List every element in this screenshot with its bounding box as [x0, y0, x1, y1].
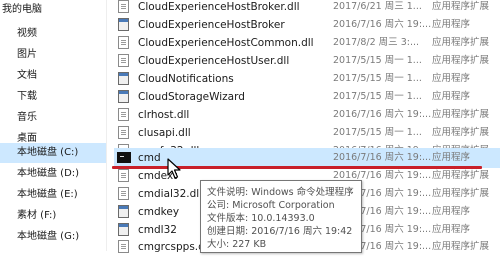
tooltip-description: 文件说明: Windows 命令处理程序 — [207, 187, 354, 198]
file-name: CloudExperienceHostCommon.dll — [138, 37, 314, 49]
exe-file-icon — [118, 72, 129, 85]
dll-file-icon — [118, 0, 129, 13]
dll-file-icon — [118, 187, 129, 200]
file-date: 2017/5/15 周一 1... — [333, 55, 422, 66]
file-row[interactable]: CloudExperienceHostBroker 2016/7/16 周六 1… — [114, 15, 500, 35]
file-type: 应用程序扩展 — [432, 37, 490, 48]
nav-item-label: 本地磁盘 (G:) — [17, 231, 80, 242]
file-type: 应用程序 — [432, 19, 471, 30]
tooltip-size: 大小: 227 KB — [207, 239, 267, 250]
file-type: 应用程序 — [432, 73, 471, 84]
file-date: 2016/7/16 周六 19:... — [333, 109, 432, 120]
nav-item-label: 文档 — [17, 70, 37, 81]
file-info-tooltip: 文件说明: Windows 命令处理程序 公司: Microsoft Corpo… — [200, 180, 362, 253]
dll-file-icon — [118, 108, 129, 121]
nav-item-drive-d[interactable]: 本地磁盘 (D:) — [0, 164, 106, 184]
nav-item-drive-f[interactable]: 素材 (F:) — [0, 206, 106, 226]
file-date: 2017/5/15 周一 1... — [333, 91, 422, 102]
nav-item-label: 素材 (F:) — [17, 210, 57, 221]
file-name: cmd — [138, 152, 161, 164]
nav-item-drive-g[interactable]: 本地磁盘 (G:) — [0, 227, 106, 247]
file-type: 应用程序 — [432, 206, 471, 217]
console-icon — [117, 152, 131, 163]
nav-item-this-pc[interactable]: 我的电脑 — [0, 0, 106, 20]
file-name: cmdkey — [138, 206, 180, 218]
file-type: 应用程序扩展 — [432, 170, 490, 181]
exe-file-icon — [118, 18, 129, 31]
file-name: CloudStorageWizard — [138, 91, 245, 103]
file-date: 2016/7/16 周六 19:... — [333, 152, 432, 163]
nav-item-videos[interactable]: 视频 — [0, 24, 106, 44]
nav-item-documents[interactable]: 文档 — [0, 66, 106, 86]
nav-item-music[interactable]: 音乐 — [0, 108, 106, 128]
file-type: 应用程序扩展 — [432, 55, 490, 66]
nav-item-label: 本地磁盘 (C:) — [17, 147, 79, 158]
file-type: 应用程序扩展 — [432, 109, 490, 120]
dll-file-icon — [118, 169, 129, 182]
file-name: clrhost.dll — [138, 109, 190, 121]
nav-item-label: 本地磁盘 (D:) — [17, 168, 80, 179]
file-row[interactable]: CloudNotifications 2017/5/15 周一 1... 应用程… — [114, 69, 500, 89]
dll-file-icon — [118, 240, 129, 253]
file-date: 2017/8/2 周三 3:... — [333, 37, 420, 48]
exe-file-icon — [118, 223, 129, 236]
file-name: cmdial32.dll — [138, 188, 203, 200]
nav-item-label: 图片 — [17, 49, 37, 60]
nav-item-downloads[interactable]: 下载 — [0, 87, 106, 107]
file-row[interactable]: clrhost.dll 2016/7/16 周六 19:... 应用程序扩展 — [114, 105, 500, 125]
nav-item-drive-c[interactable]: 本地磁盘 (C:) — [0, 143, 106, 163]
nav-item-label: 音乐 — [17, 112, 37, 123]
file-name: CloudExperienceHostUser.dll — [138, 55, 290, 67]
file-type: 应用程序 — [432, 91, 471, 102]
mouse-cursor-icon — [167, 158, 181, 179]
file-row[interactable]: CloudExperienceHostUser.dll 2017/5/15 周一… — [114, 51, 500, 71]
tooltip-company: 公司: Microsoft Corporation — [207, 200, 335, 211]
file-date: 2017/5/15 周一 1... — [333, 127, 422, 138]
nav-item-pictures[interactable]: 图片 — [0, 45, 106, 65]
file-row[interactable]: CloudStorageWizard 2017/5/15 周一 1... 应用程… — [114, 87, 500, 107]
nav-item-label: 视频 — [17, 28, 37, 39]
exe-file-icon — [118, 205, 129, 218]
file-type: 应用程序 — [432, 152, 471, 163]
tooltip-version: 文件版本: 10.0.14393.0 — [207, 213, 315, 224]
file-type: 应用程序扩展 — [432, 241, 490, 252]
file-name: CloudExperienceHostBroker — [138, 19, 285, 31]
exe-file-icon — [118, 90, 129, 103]
file-name: clusapi.dll — [138, 127, 191, 139]
file-row[interactable]: clusapi.dll 2017/5/15 周一 1... 应用程序扩展 — [114, 123, 500, 143]
dll-file-icon — [118, 126, 129, 139]
file-date: 2016/7/16 周六 19:... — [333, 19, 432, 30]
nav-item-label: 我的电脑 — [2, 4, 42, 15]
nav-item-label: 本地磁盘 (E:) — [17, 189, 78, 200]
file-type: 应用程序扩展 — [432, 127, 490, 138]
dll-file-icon — [118, 54, 129, 67]
tooltip-created: 创建日期: 2016/7/16 周六 19:42 — [207, 226, 353, 237]
file-name: CloudNotifications — [138, 73, 234, 85]
nav-item-drive-e[interactable]: 本地磁盘 (E:) — [0, 185, 106, 205]
file-row[interactable]: CloudExperienceHostCommon.dll 2017/8/2 周… — [114, 33, 500, 53]
navigation-pane: 我的电脑 视频 图片 文档 下载 音乐 桌面 本地磁盘 (C:) 本地磁盘 (D… — [0, 0, 107, 251]
dll-file-icon — [118, 36, 129, 49]
file-date: 2017/5/15 周一 1... — [333, 73, 422, 84]
file-type: 应用程序扩展 — [432, 188, 490, 199]
nav-item-label: 下载 — [17, 91, 37, 102]
